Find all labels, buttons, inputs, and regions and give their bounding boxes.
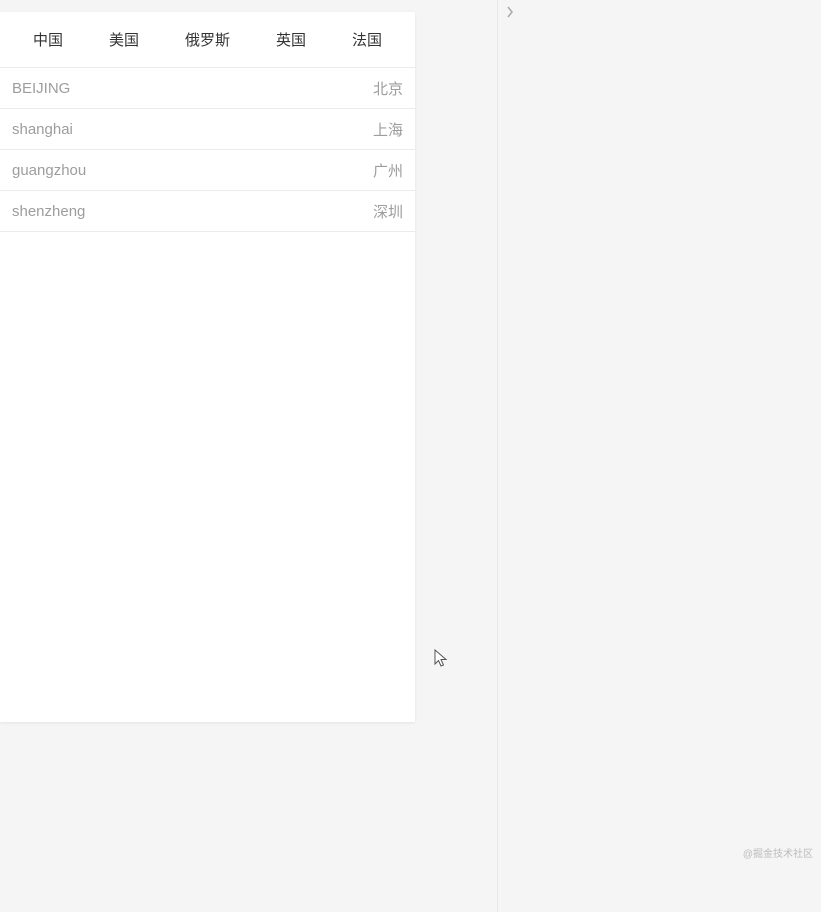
tab-russia[interactable]: 俄罗斯 — [177, 29, 238, 50]
tab-usa[interactable]: 美国 — [101, 29, 147, 50]
list-item[interactable]: BEIJING 北京 — [0, 68, 415, 109]
city-cn-label: 深圳 — [373, 201, 403, 222]
city-en-label: BEIJING — [12, 80, 70, 97]
city-cn-label: 广州 — [373, 160, 403, 181]
list-item[interactable]: shanghai 上海 — [0, 109, 415, 150]
city-list: BEIJING 北京 shanghai 上海 guangzhou 广州 shen… — [0, 68, 415, 232]
country-tabs: 中国 美国 俄罗斯 英国 法国 — [0, 12, 415, 68]
city-en-label: shenzheng — [12, 203, 85, 220]
cursor-icon — [434, 649, 448, 669]
city-en-label: guangzhou — [12, 162, 86, 179]
vertical-divider — [497, 0, 498, 912]
tab-china[interactable]: 中国 — [25, 29, 71, 50]
city-cn-label: 上海 — [373, 119, 403, 140]
tab-uk[interactable]: 英国 — [268, 29, 314, 50]
city-en-label: shanghai — [12, 121, 73, 138]
list-item[interactable]: shenzheng 深圳 — [0, 191, 415, 232]
list-item[interactable]: guangzhou 广州 — [0, 150, 415, 191]
tab-france[interactable]: 法国 — [344, 29, 390, 50]
chevron-right-icon[interactable] — [503, 5, 517, 19]
watermark: @掘金技术社区 — [743, 845, 813, 860]
left-panel: 中国 美国 俄罗斯 英国 法国 BEIJING 北京 shanghai 上海 g… — [0, 12, 415, 722]
city-cn-label: 北京 — [373, 78, 403, 99]
